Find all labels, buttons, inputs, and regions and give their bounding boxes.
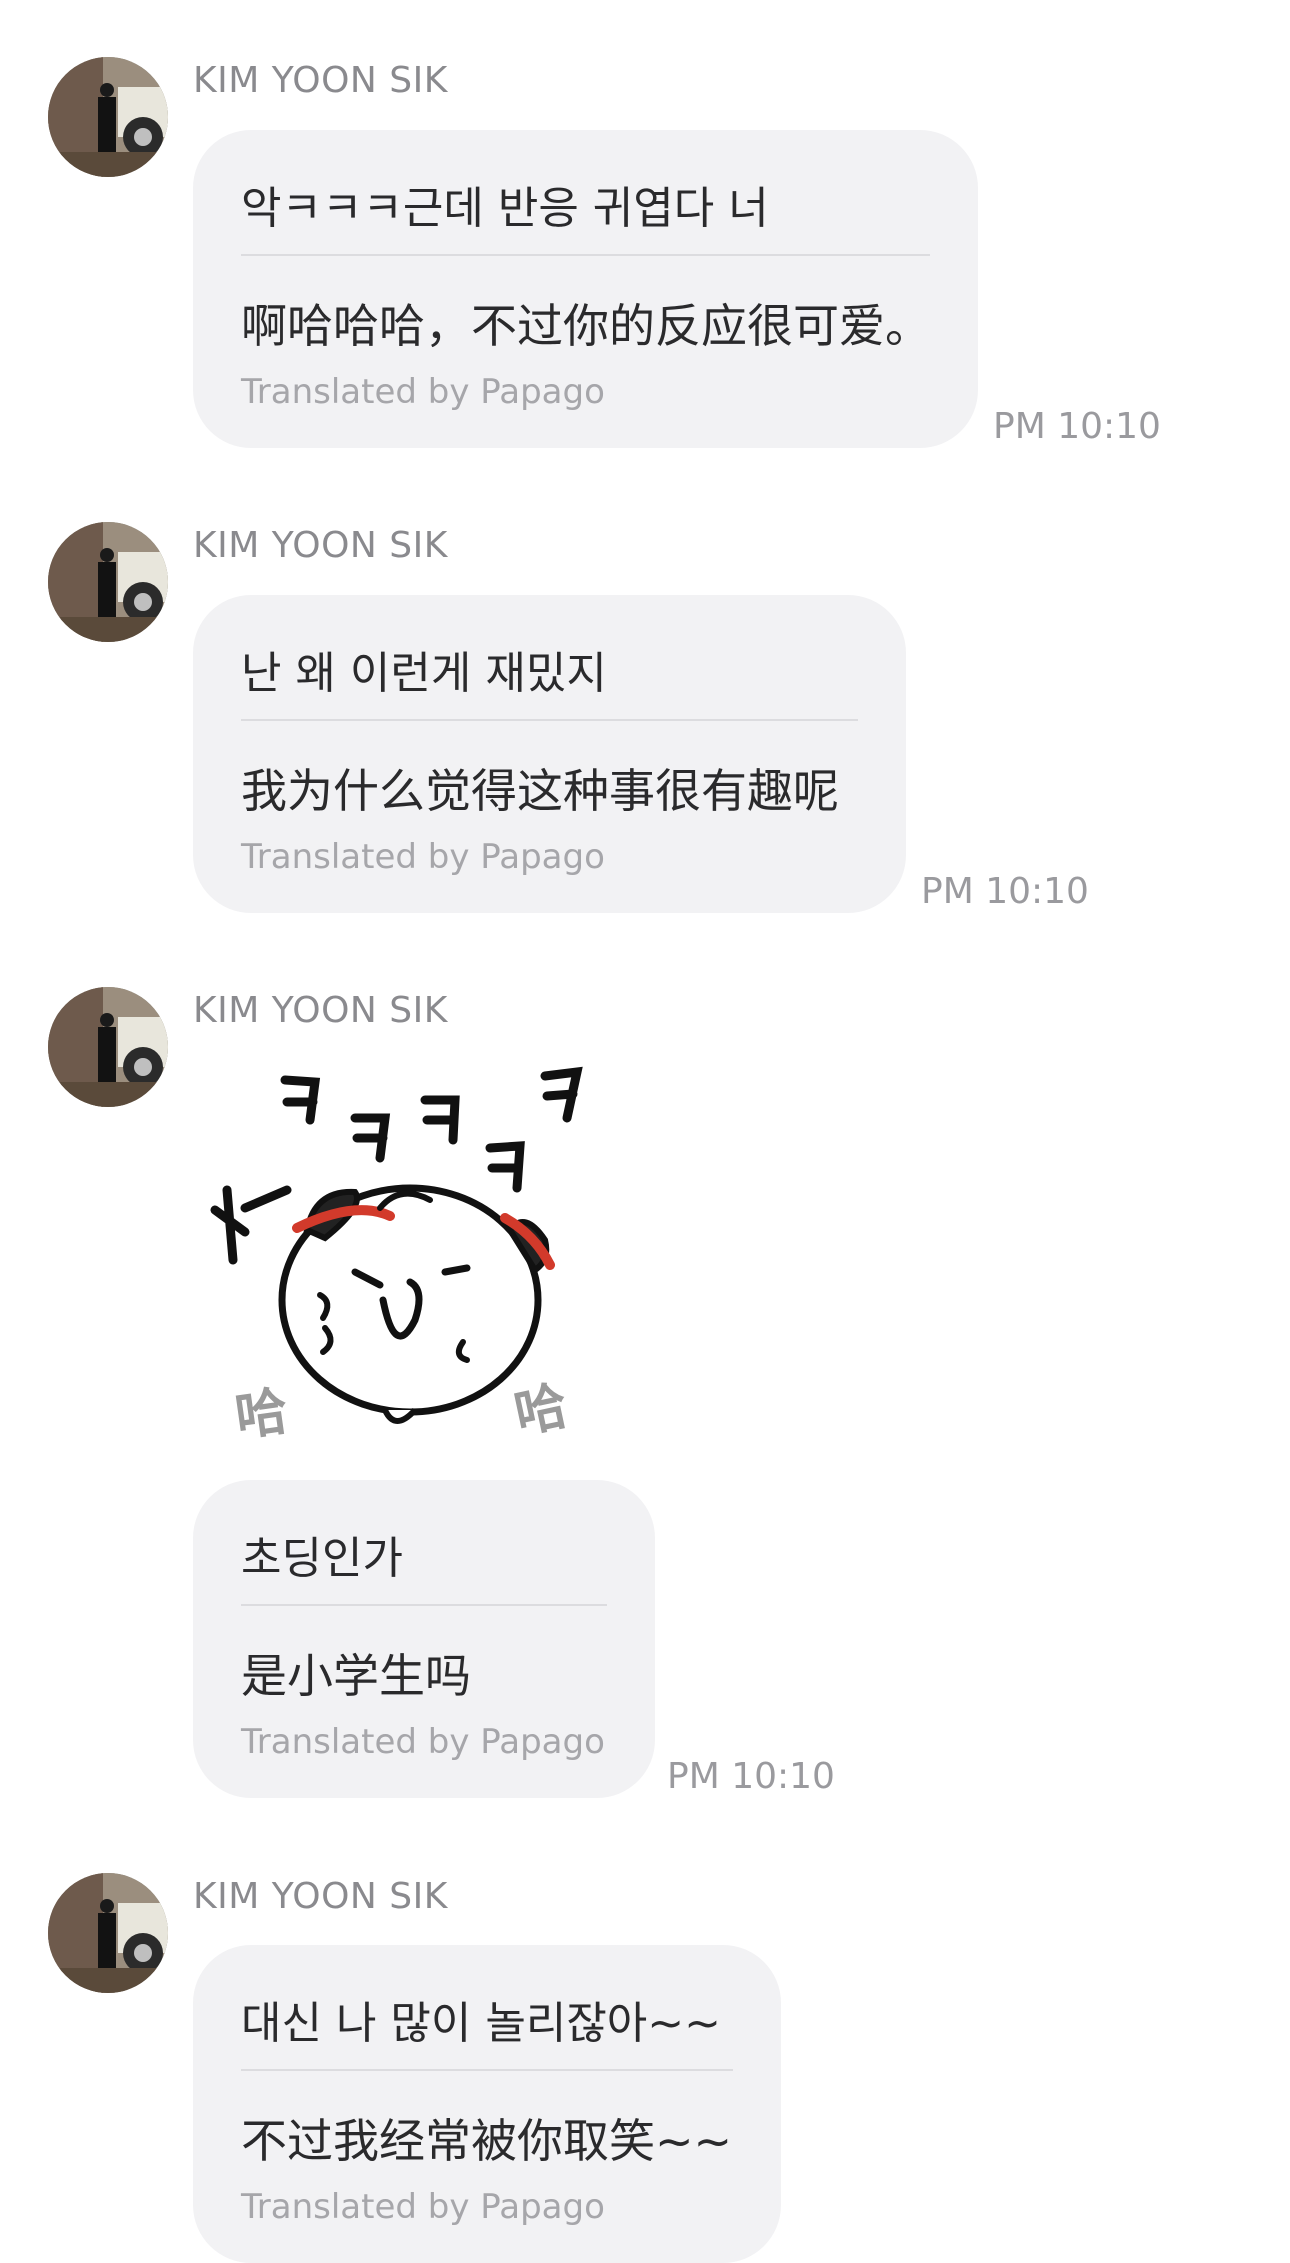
divider (241, 2069, 733, 2071)
message-bubble[interactable]: 초딩인가 是小学生吗 Translated by Papago (193, 1480, 655, 1798)
divider (241, 1604, 607, 1606)
translation-credit: Translated by Papago (241, 2187, 605, 2227)
message-bubble[interactable]: 악ㅋㅋㅋ근데 반응 귀엽다 너 啊哈哈哈，不过你的反应很可爱。 Translat… (193, 130, 978, 448)
message-time: PM 10:10 (667, 1756, 835, 1797)
avatar-photo-icon (48, 57, 168, 177)
divider (241, 254, 930, 256)
original-text: 악ㅋㅋㅋ근데 반응 귀엽다 너 (241, 183, 769, 234)
translation-credit: Translated by Papago (241, 1722, 605, 1762)
message-bubble[interactable]: 대신 나 많이 놀리잖아~~ 不过我经常被你取笑~~ Translated by… (193, 1945, 781, 2263)
message-time: PM 10:10 (993, 406, 1161, 447)
original-text: 대신 나 많이 놀리잖아~~ (241, 1998, 722, 2049)
sender-name: KIM YOON SIK (193, 60, 448, 101)
original-text: 초딩인가 (241, 1533, 403, 1584)
sender-name: KIM YOON SIK (193, 990, 448, 1031)
translation-credit: Translated by Papago (241, 372, 605, 412)
avatar[interactable] (48, 522, 168, 642)
translated-text: 我为什么觉得这种事很有趣呢 (241, 764, 839, 818)
divider (241, 719, 858, 721)
translated-text: 不过我经常被你取笑~~ (241, 2114, 733, 2168)
avatar[interactable] (48, 987, 168, 1107)
sticker-icon: 哈 哈 (210, 1066, 583, 1448)
svg-text:哈: 哈 (232, 1381, 292, 1440)
sender-name: KIM YOON SIK (193, 525, 448, 566)
avatar-photo-icon (48, 1873, 168, 1993)
original-text: 난 왜 이런게 재밌지 (241, 648, 607, 699)
avatar[interactable] (48, 1873, 168, 1993)
laughing-dumpling-sticker[interactable]: 哈 哈 (205, 1060, 605, 1448)
avatar-photo-icon (48, 522, 168, 642)
sender-name: KIM YOON SIK (193, 1876, 448, 1917)
svg-text:哈: 哈 (510, 1376, 573, 1440)
translation-credit: Translated by Papago (241, 837, 605, 877)
translated-text: 是小学生吗 (241, 1649, 471, 1703)
message-time: PM 10:10 (921, 871, 1089, 912)
avatar-photo-icon (48, 987, 168, 1107)
translated-text: 啊哈哈哈，不过你的反应很可爱。 (241, 299, 931, 353)
message-bubble[interactable]: 난 왜 이런게 재밌지 我为什么觉得这种事很有趣呢 Translated by … (193, 595, 906, 913)
avatar[interactable] (48, 57, 168, 177)
